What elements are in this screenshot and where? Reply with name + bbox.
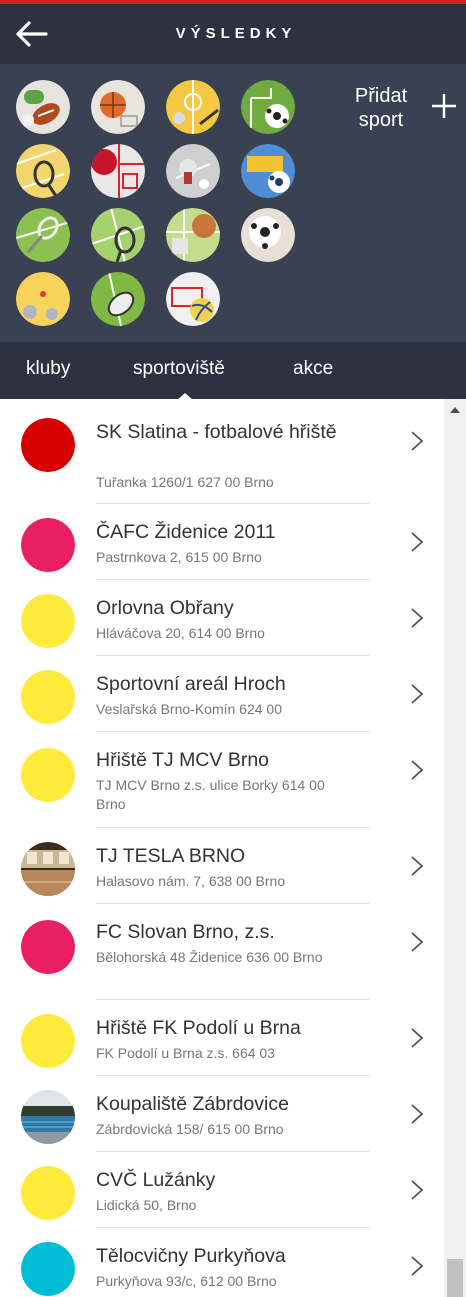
venue-address: Lidická 50, Brno xyxy=(96,1197,197,1213)
venue-address: Purkyňova 93/c, 612 00 Brno xyxy=(96,1273,277,1289)
sport-american-football-icon[interactable] xyxy=(16,80,70,134)
sport-soccer-ball-icon[interactable] xyxy=(241,208,295,262)
chevron-right-icon xyxy=(411,1028,424,1048)
venue-color-dot xyxy=(21,418,75,472)
venue-name: Hřiště FK Podolí u Brna xyxy=(96,1017,301,1039)
list-item[interactable]: Hřiště FK Podolí u Brna FK Podolí u Brna… xyxy=(0,1000,444,1076)
tab-sportoviste[interactable]: sportoviště xyxy=(133,342,225,399)
list-item[interactable]: TJ TESLA BRNO Halasovo nám. 7, 638 00 Br… xyxy=(0,828,444,904)
venue-name: Sportovní areál Hroch xyxy=(96,673,286,695)
sport-basketball-icon[interactable] xyxy=(91,80,145,134)
venue-name: ČAFC Židenice 2011 xyxy=(96,521,276,543)
venue-name: Hřiště TJ MCV Brno xyxy=(96,749,270,771)
chevron-right-icon xyxy=(411,608,424,628)
sport-petanque-icon[interactable] xyxy=(16,272,70,326)
venue-color-dot xyxy=(21,1166,75,1220)
venue-color-dot xyxy=(21,748,75,802)
chevron-right-icon xyxy=(411,1256,424,1276)
list-item[interactable]: Orlovna Obřany Hláváčova 20, 614 00 Brno xyxy=(0,580,444,656)
sport-football-field-icon[interactable] xyxy=(241,80,295,134)
scrollbar-thumb[interactable] xyxy=(447,1259,463,1297)
chevron-right-icon xyxy=(411,856,424,876)
sport-tennis-court-icon[interactable] xyxy=(16,144,70,198)
venue-gym-photo xyxy=(21,842,75,896)
venue-color-dot xyxy=(21,1014,75,1068)
venue-address: Veslařská Brno-Komín 624 00 xyxy=(96,701,282,717)
chevron-right-icon xyxy=(411,760,424,780)
sport-table-tennis-icon[interactable] xyxy=(166,144,220,198)
chevron-right-icon xyxy=(411,1104,424,1124)
list-item[interactable]: Tělocvičny Purkyňova Purkyňova 93/c, 612… xyxy=(0,1228,444,1297)
venue-name: CVČ Lužánky xyxy=(96,1169,216,1191)
list-item[interactable]: CVČ Lužánky Lidická 50, Brno xyxy=(0,1152,444,1228)
venue-name: SK Slatina - fotbalové hřiště xyxy=(96,421,337,443)
venue-name: TJ TESLA BRNO xyxy=(96,845,246,867)
sport-boxing-icon[interactable] xyxy=(91,144,145,198)
venue-pool-photo xyxy=(21,1090,75,1144)
add-sport-label: Přidat sport xyxy=(354,85,408,131)
dot-fill xyxy=(21,418,75,472)
list-item[interactable]: Sportovní areál Hroch Veslařská Brno-Kom… xyxy=(0,656,444,732)
venue-name: Orlovna Obřany xyxy=(96,597,234,619)
plus-icon xyxy=(432,94,456,118)
venue-name: Tělocvičny Purkyňova xyxy=(96,1245,286,1267)
chevron-right-icon xyxy=(411,684,424,704)
add-sport-button[interactable]: Přidat sport xyxy=(354,84,462,134)
venue-color-dot xyxy=(21,594,75,648)
venue-color-dot xyxy=(21,518,75,572)
venue-address: Pastrnkova 2, 615 00 Brno xyxy=(96,549,262,565)
chevron-right-icon xyxy=(411,532,424,552)
venue-address: Hláváčova 20, 614 00 Brno xyxy=(96,625,265,641)
sport-volleyball-icon[interactable] xyxy=(166,272,220,326)
list-item[interactable]: FC Slovan Brno, z.s. Bělohorská 48 Židen… xyxy=(0,904,444,1000)
page-title: VÝSLEDKY xyxy=(175,25,297,42)
list-item[interactable]: Hřiště TJ MCV Brno TJ MCV Brno z.s. ulic… xyxy=(0,732,444,828)
arrow-left-icon xyxy=(16,21,48,47)
sport-goal-football-icon[interactable] xyxy=(241,144,295,198)
chevron-right-icon xyxy=(411,1180,424,1200)
venue-address: TJ MCV Brno z.s. ulice Borky 614 00 Brno xyxy=(96,777,325,812)
app-header: VÝSLEDKY xyxy=(0,4,466,64)
sport-multi-sport-icon[interactable] xyxy=(166,208,220,262)
venue-list: SK Slatina - fotbalové hřiště Tuřanka 12… xyxy=(0,399,444,1297)
tab-akce[interactable]: akce xyxy=(293,342,333,399)
venue-address: Zábrdovická 158/ 615 00 Brno xyxy=(96,1121,284,1137)
list-item[interactable]: Koupaliště Zábrdovice Zábrdovická 158/ 6… xyxy=(0,1076,444,1152)
sport-volleyball-court-icon[interactable] xyxy=(91,208,145,262)
venue-color-dot xyxy=(21,670,75,724)
chevron-right-icon xyxy=(411,431,424,451)
venue-address: Halasovo nám. 7, 638 00 Brno xyxy=(96,873,286,889)
venue-color-dot xyxy=(21,920,75,974)
list-item[interactable]: ČAFC Židenice 2011 Pastrnkova 2, 615 00 … xyxy=(0,504,444,580)
sport-filter-panel: Přidat sport xyxy=(0,64,466,342)
scroll-up-arrow-icon[interactable] xyxy=(450,407,460,413)
back-button[interactable] xyxy=(14,18,50,50)
venue-name: Koupaliště Zábrdovice xyxy=(96,1093,289,1115)
chevron-right-icon xyxy=(411,932,424,952)
venue-color-dot xyxy=(21,1242,75,1296)
venue-address: Tuřanka 1260/1 627 00 Brno xyxy=(96,474,274,490)
venue-address: FK Podolí u Brna z.s. 664 03 xyxy=(96,1045,275,1061)
list-item[interactable]: SK Slatina - fotbalové hřiště Tuřanka 12… xyxy=(0,399,444,504)
tab-kluby[interactable]: kluby xyxy=(26,342,70,399)
venue-name: FC Slovan Brno, z.s. xyxy=(96,921,275,943)
sport-rugby-icon[interactable] xyxy=(91,272,145,326)
venue-address: Bělohorská 48 Židenice 636 00 Brno xyxy=(96,949,323,965)
sport-badminton-icon[interactable] xyxy=(16,208,70,262)
list-scrollbar[interactable] xyxy=(444,399,466,1297)
tab-bar: kluby sportoviště akce xyxy=(0,342,466,399)
sport-floorball-icon[interactable] xyxy=(166,80,220,134)
